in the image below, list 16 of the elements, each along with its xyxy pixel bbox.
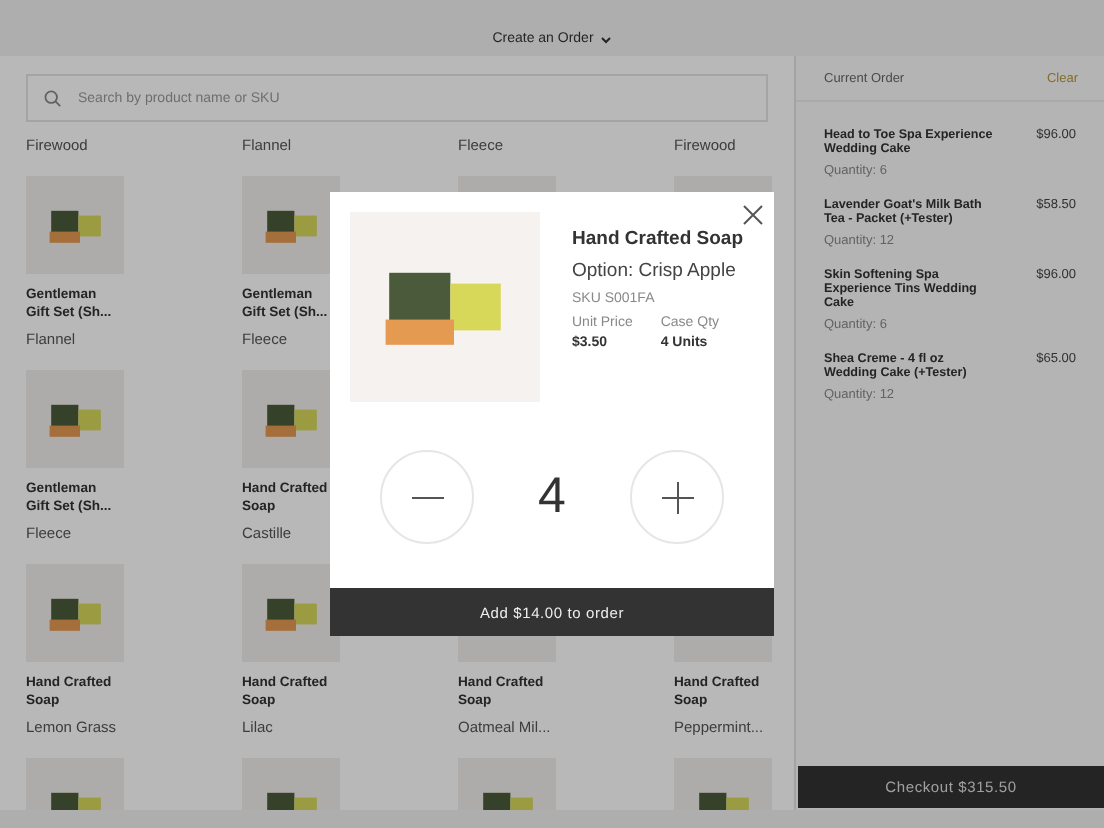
minus-icon	[411, 495, 443, 499]
soap-drawing	[47, 593, 103, 633]
product-name: Hand Crafted Soap	[572, 228, 744, 250]
soap-drawing	[263, 399, 319, 439]
product-option: Option: Crisp Apple	[572, 260, 744, 282]
product-photo[interactable]	[242, 176, 340, 274]
product-photo[interactable]	[242, 564, 340, 662]
soap-drawing	[47, 205, 103, 245]
quantity-value: 4	[536, 468, 568, 526]
soap-drawing	[263, 593, 319, 633]
soap-drawing	[47, 399, 103, 439]
close-icon[interactable]	[742, 202, 764, 224]
search-icon	[44, 89, 62, 107]
plus-icon	[661, 481, 693, 513]
chevron-down-icon	[599, 35, 612, 43]
soap-drawing	[263, 205, 319, 245]
